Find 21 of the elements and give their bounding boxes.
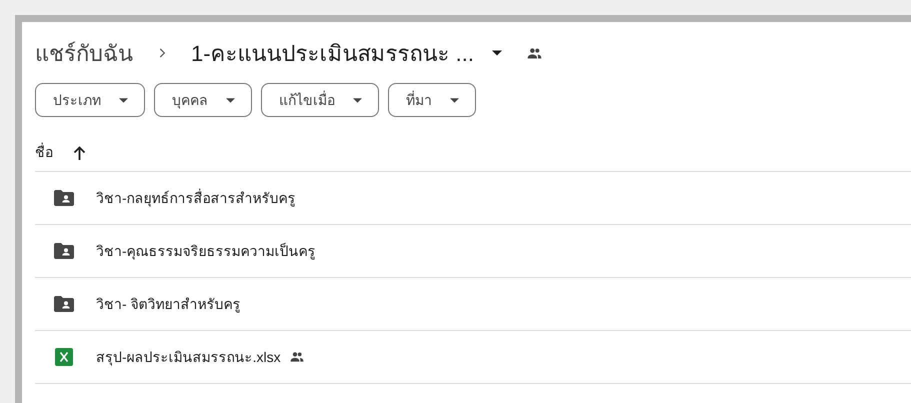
name-column-header[interactable]: ชื่อ: [35, 142, 53, 163]
file-name[interactable]: วิชา-กลยุทธ์การสื่อสารสำหรับครู: [96, 188, 296, 208]
file-name[interactable]: วิชา- จิตวิทยาสำหรับครู: [96, 294, 241, 314]
filter-chip[interactable]: แก้ไขเมื่อ: [261, 83, 379, 117]
current-folder-title[interactable]: 1-คะแนนประเมินสมรรถนะ ...: [191, 36, 474, 70]
caret-icon: [353, 98, 362, 102]
shared-folder-icon: [54, 243, 74, 259]
caret-icon: [450, 98, 459, 102]
file-name[interactable]: วิชา-คุณธรรมจริยธรรมความเป็นครู: [96, 240, 316, 262]
shared-folder-icon: [54, 190, 74, 206]
shared-folder-icon: [54, 296, 74, 312]
filter-chip[interactable]: บุคคล: [154, 83, 252, 117]
dropdown-icon[interactable]: [492, 50, 502, 56]
caret-icon: [226, 98, 235, 102]
filter-chip[interactable]: ที่มา: [388, 83, 476, 117]
spreadsheet-icon: [55, 348, 73, 366]
breadcrumb-link[interactable]: แชร์กับฉัน: [35, 36, 133, 70]
up-arrow-icon[interactable]: [73, 146, 86, 160]
file-name[interactable]: สรุป-ผลประเมินสมรรถนะ.xlsx: [96, 346, 281, 368]
filter-chip[interactable]: ประเภท: [35, 83, 145, 117]
caret-icon: [119, 98, 128, 102]
